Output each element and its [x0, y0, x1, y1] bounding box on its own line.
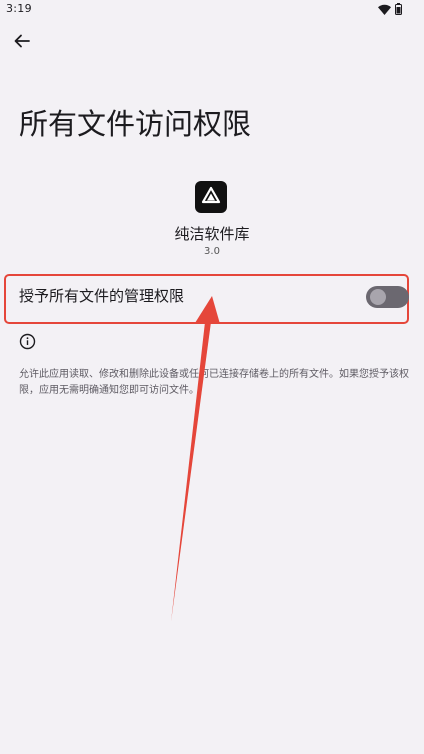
battery-icon: [395, 3, 402, 15]
permission-toggle-switch[interactable]: [366, 286, 409, 308]
back-button[interactable]: [10, 29, 36, 53]
permission-label: 授予所有文件的管理权限: [19, 287, 185, 305]
page-title: 所有文件访问权限: [19, 107, 252, 141]
permission-description: 允许此应用读取、修改和删除此设备或任何已连接存储卷上的所有文件。如果您授予该权限…: [19, 369, 409, 396]
info-icon: [19, 333, 36, 350]
wifi-icon: [378, 4, 391, 15]
arrow-left-icon: [14, 34, 30, 48]
app-name: 纯洁软件库: [174, 225, 250, 243]
toggle-thumb: [370, 289, 386, 305]
status-time: 3:19: [6, 2, 32, 15]
app-logo-icon: [195, 181, 227, 213]
app-version: 3.0: [204, 246, 220, 257]
status-bar: 3:19: [0, 0, 424, 22]
